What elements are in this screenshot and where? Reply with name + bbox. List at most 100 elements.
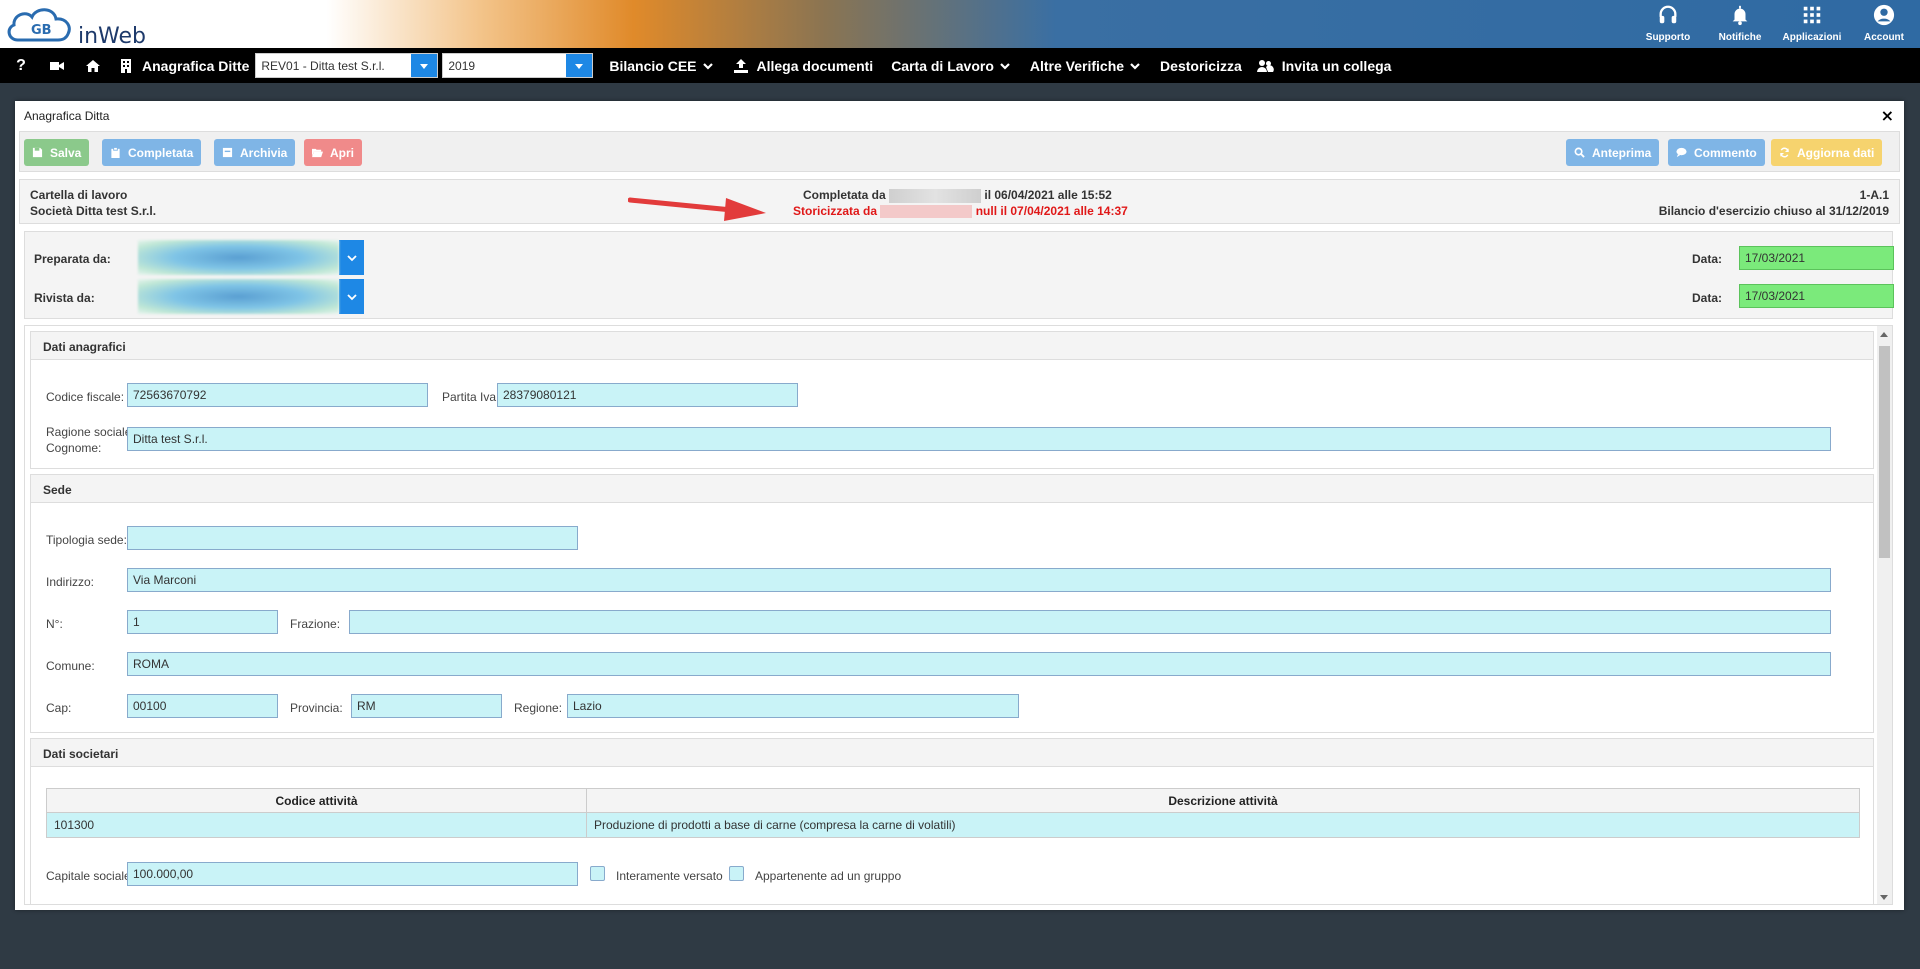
codice-attivita-cell: 101300: [46, 812, 587, 838]
anagrafica-ditta-panel: Anagrafica Ditta × Salva Completata Arch…: [15, 101, 1904, 910]
vertical-scrollbar[interactable]: [1877, 326, 1892, 904]
chevron-down-icon: [702, 62, 713, 70]
frazione-input[interactable]: [349, 610, 1831, 634]
aggiorna-dati-button[interactable]: Aggiorna dati: [1771, 139, 1883, 166]
carta-di-lavoro-menu[interactable]: Carta di Lavoro: [891, 48, 1012, 83]
section-title: Dati societari: [31, 739, 1873, 767]
invita-collega-menu[interactable]: Invita un collega: [1256, 48, 1391, 83]
salva-button[interactable]: Salva: [24, 139, 90, 166]
regione-input[interactable]: Lazio: [567, 694, 1019, 718]
company-select[interactable]: REV01 - Ditta test S.r.l.: [255, 53, 439, 78]
rivista-label: Rivista da:: [34, 291, 95, 305]
clipboard-icon: [111, 147, 120, 158]
anteprima-button[interactable]: Anteprima: [1566, 139, 1660, 166]
table-row[interactable]: 101300 Produzione di prodotti a base di …: [46, 812, 1860, 838]
cap-input[interactable]: 00100: [127, 694, 278, 718]
numero-input[interactable]: 1: [127, 610, 278, 634]
year-select-value: 2019: [448, 59, 476, 73]
altre-verifiche-menu[interactable]: Altre Verifiche: [1030, 48, 1142, 83]
comune-label: Comune:: [46, 659, 95, 673]
app-logo[interactable]: GB inWeb: [4, 4, 147, 49]
anagrafica-ditte-menu[interactable]: Anagrafica Ditte: [118, 48, 249, 83]
archivia-label: Archivia: [240, 145, 288, 160]
rivista-date-input[interactable]: 17/03/2021: [1739, 284, 1894, 308]
preparata-toggle[interactable]: [339, 240, 364, 275]
preparata-select[interactable]: [138, 240, 364, 275]
caret-down-icon: [575, 63, 584, 69]
section-title: Dati anagrafici: [31, 332, 1873, 360]
commento-button[interactable]: Commento: [1668, 139, 1765, 166]
bell-icon: [1732, 5, 1748, 26]
archive-box-icon: [222, 147, 233, 158]
provincia-input[interactable]: RM: [351, 694, 502, 718]
partita-iva-label: Partita Iva:: [442, 390, 500, 404]
comune-input[interactable]: ROMA: [127, 652, 1831, 676]
year-select-toggle[interactable]: [565, 54, 593, 77]
year-select[interactable]: 2019: [442, 53, 594, 78]
redacted-user: [880, 205, 973, 219]
dati-societari-section: Dati societari Codice attività Descrizio…: [30, 738, 1874, 904]
storicizzata-prefix: Storicizzata da: [793, 204, 878, 218]
rivista-select[interactable]: [138, 279, 364, 314]
altre-verifiche-label: Altre Verifiche: [1029, 57, 1125, 74]
headset-icon: [1659, 5, 1677, 24]
form-content[interactable]: Dati anagrafici Codice fiscale: 72563670…: [24, 325, 1893, 905]
apps-button[interactable]: Applicazioni: [1776, 0, 1848, 48]
notifications-button[interactable]: Notifiche: [1704, 0, 1776, 48]
red-arrow-icon: [628, 197, 766, 221]
gruppo-checkbox[interactable]: [729, 866, 744, 881]
help-button[interactable]: ?: [6, 48, 36, 83]
brand-name: inWeb: [78, 24, 147, 49]
bilancio-cee-menu[interactable]: Bilancio CEE: [609, 48, 714, 83]
bilancio-status: Bilancio d'esercizio chiuso al 31/12/201…: [1658, 204, 1889, 218]
destoricizza-menu[interactable]: Destoricizza: [1160, 48, 1242, 83]
rivista-data-label: Data:: [1692, 291, 1723, 305]
archivia-button[interactable]: Archivia: [214, 139, 296, 166]
company-select-toggle[interactable]: [410, 54, 438, 77]
salva-label: Salva: [50, 145, 82, 160]
frazione-label: Frazione:: [290, 617, 341, 631]
apri-button[interactable]: Apri: [304, 139, 362, 166]
tipologia-sede-label: Tipologia sede:: [46, 533, 127, 547]
partita-iva-input[interactable]: 28379080121: [497, 383, 798, 407]
users-icon: [1256, 59, 1274, 72]
tipologia-sede-input[interactable]: [127, 526, 578, 550]
chevron-down-icon: [1130, 62, 1140, 70]
scroll-up-icon[interactable]: [1880, 332, 1888, 337]
cap-label: Cap:: [46, 701, 72, 715]
indirizzo-input[interactable]: Via Marconi: [127, 568, 1831, 592]
codice-fiscale-input[interactable]: 72563670792: [127, 383, 428, 407]
completata-date: il 06/04/2021 alle 15:52: [984, 188, 1112, 202]
account-button[interactable]: Account: [1848, 0, 1920, 48]
action-toolbar: Salva Completata Archivia Apri Anteprima…: [19, 131, 1900, 172]
notifications-label: Notifiche: [1718, 32, 1762, 43]
account-label: Account: [1864, 32, 1904, 43]
allega-documenti-menu[interactable]: Allega documenti: [733, 48, 873, 83]
ragione-sociale-input[interactable]: Ditta test S.r.l.: [127, 427, 1831, 451]
interamente-versato-label: Interamente versato: [616, 869, 723, 883]
commento-label: Commento: [1694, 145, 1757, 160]
video-camera-icon: [50, 61, 64, 70]
descrizione-attivita-header[interactable]: Descrizione attività: [586, 788, 1860, 813]
preparata-date-input[interactable]: 17/03/2021: [1739, 246, 1894, 270]
caret-down-icon: [346, 293, 357, 300]
codice-attivita-header[interactable]: Codice attività: [46, 788, 587, 813]
capitale-sociale-label: Capitale sociale:: [46, 869, 135, 883]
preparata-label: Preparata da:: [34, 252, 111, 266]
support-button[interactable]: Supporto: [1632, 0, 1704, 48]
video-button[interactable]: [42, 48, 72, 83]
rivista-toggle[interactable]: [339, 279, 364, 314]
panel-title: Anagrafica Ditta: [24, 109, 110, 123]
anteprima-label: Anteprima: [1592, 145, 1652, 160]
carta-di-lavoro-label: Carta di Lavoro: [891, 57, 994, 74]
completata-button[interactable]: Completata: [102, 139, 202, 166]
close-icon[interactable]: ×: [1881, 106, 1894, 125]
scrollbar-thumb[interactable]: [1879, 346, 1890, 558]
interamente-versato-checkbox[interactable]: [590, 866, 605, 881]
storicizzata-date: null il 07/04/2021 alle 14:37: [975, 204, 1128, 218]
home-button[interactable]: [78, 48, 108, 83]
sede-section: Sede Tipologia sede: Indirizzo: Via Marc…: [30, 474, 1874, 733]
capitale-sociale-input[interactable]: 100.000,00: [127, 862, 578, 886]
status-info-bar: Cartella di lavoro Società Ditta test S.…: [19, 179, 1900, 224]
scroll-down-icon[interactable]: [1880, 895, 1888, 900]
